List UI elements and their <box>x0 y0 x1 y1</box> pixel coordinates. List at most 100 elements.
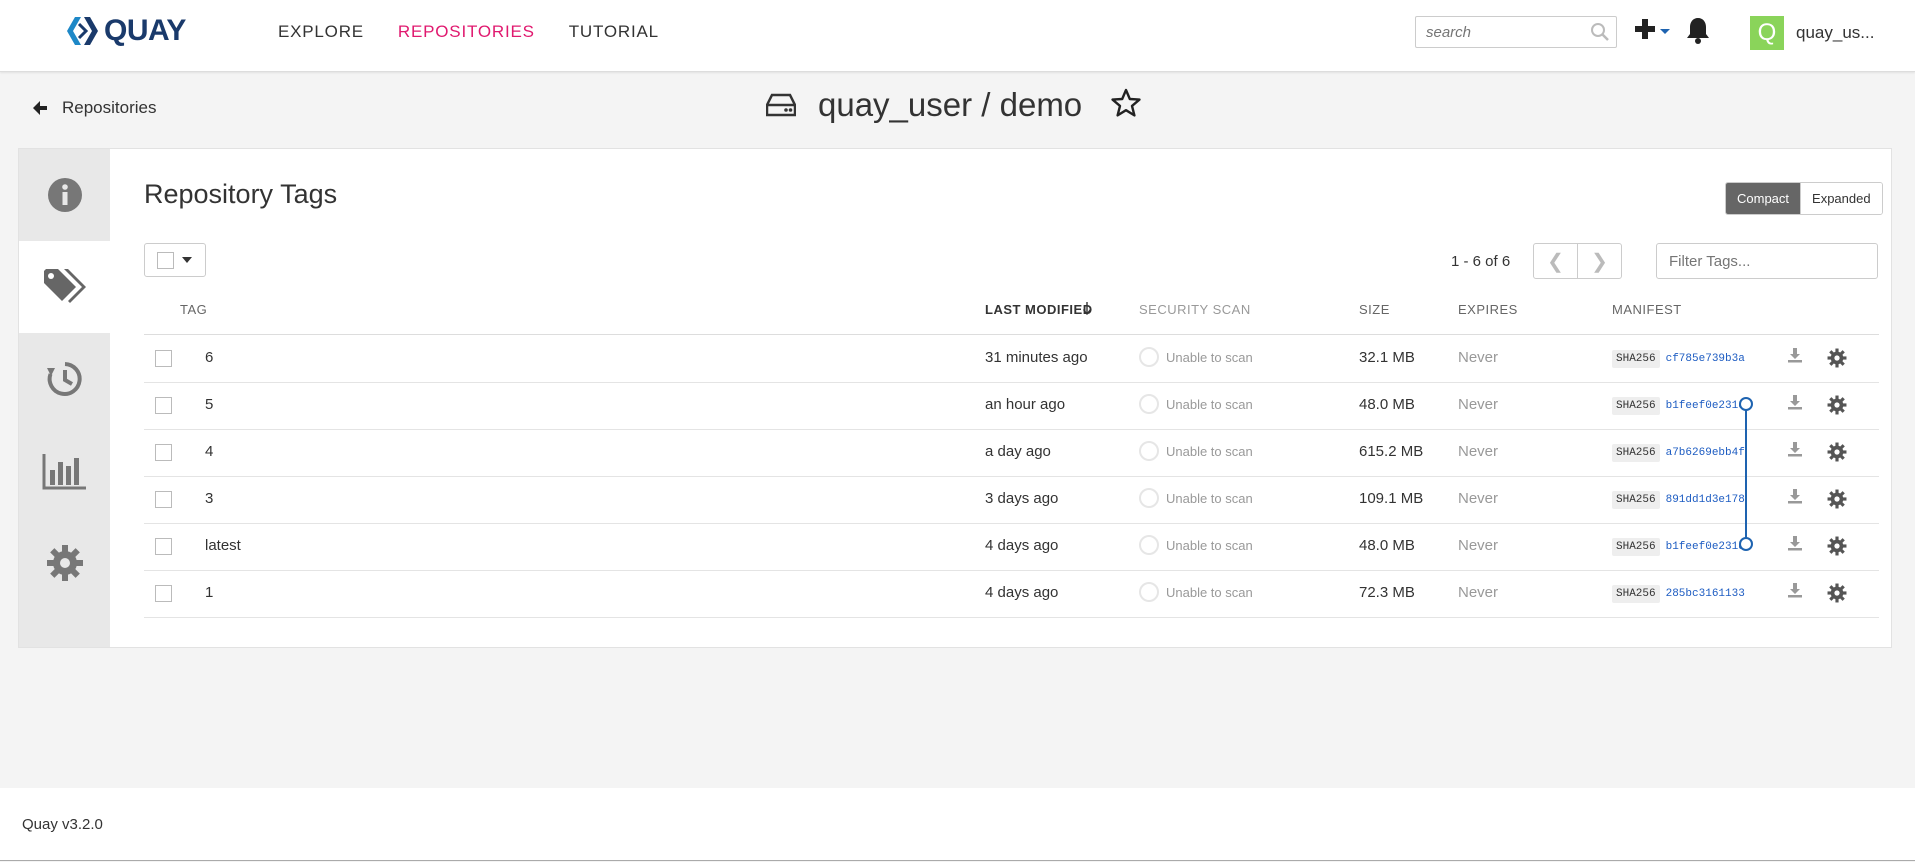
tag-size: 615.2 MB <box>1359 443 1424 460</box>
digest-link[interactable]: 891dd1d3e178 <box>1666 494 1745 506</box>
column-header-expires[interactable]: EXPIRES <box>1458 302 1518 317</box>
table-row[interactable]: latest 4 days ago Unable to scan 48.0 MB Nev… <box>144 523 1879 571</box>
column-header-tag[interactable]: TAG <box>180 302 207 317</box>
table-row[interactable]: 3 3 days ago Unable to scan 109.1 MB Never SH… <box>144 476 1879 524</box>
view-mode-toggle: Compact Expanded <box>1725 182 1883 215</box>
tag-options-gear-icon[interactable] <box>1827 348 1847 372</box>
nav-tutorial[interactable]: TUTORIAL <box>569 22 659 42</box>
tag-expiration[interactable]: Never <box>1458 443 1498 460</box>
select-all-checkbox[interactable] <box>157 251 174 269</box>
scan-status-ring-icon <box>1139 535 1159 555</box>
history-icon <box>46 362 82 396</box>
tab-tags[interactable] <box>19 241 110 333</box>
tag-expiration[interactable]: Never <box>1458 537 1498 554</box>
tab-usage-logs[interactable] <box>19 425 110 517</box>
nav-repositories[interactable]: REPOSITORIES <box>398 22 535 42</box>
row-checkbox[interactable] <box>155 491 172 508</box>
expanded-view-button[interactable]: Expanded <box>1800 183 1882 214</box>
plus-icon <box>1635 19 1655 39</box>
row-checkbox[interactable] <box>155 397 172 414</box>
digest-link[interactable]: cf785e739b3a <box>1666 353 1745 365</box>
tag-options-gear-icon[interactable] <box>1827 442 1847 466</box>
download-icon[interactable] <box>1787 535 1803 555</box>
info-icon <box>47 178 82 212</box>
back-to-repositories-link[interactable]: Repositories <box>32 98 157 118</box>
table-row[interactable]: 5 an hour ago Unable to scan 48.0 MB Never SH… <box>144 382 1879 430</box>
tag-expiration[interactable]: Never <box>1458 396 1498 413</box>
manifest-link-dot[interactable] <box>1739 397 1753 411</box>
scan-status-ring-icon <box>1139 394 1159 414</box>
filter-tags-input[interactable] <box>1656 243 1878 279</box>
download-icon[interactable] <box>1787 347 1803 367</box>
tag-expiration[interactable]: Never <box>1458 490 1498 507</box>
scan-status-ring-icon <box>1139 441 1159 461</box>
tag-expiration[interactable]: Never <box>1458 584 1498 601</box>
scan-status-label: Unable to scan <box>1166 537 1253 553</box>
column-header-security-scan[interactable]: SECURITY SCAN <box>1139 302 1251 317</box>
chevron-left-icon[interactable]: ❮ <box>1534 244 1577 278</box>
column-header-last-modified[interactable]: LAST MODIFIED <box>985 302 1093 317</box>
sort-arrow-down-icon[interactable] <box>1082 301 1092 318</box>
download-icon[interactable] <box>1787 488 1803 508</box>
tab-information[interactable] <box>19 149 110 241</box>
scan-status-label: Unable to scan <box>1166 490 1253 506</box>
manifest-link-dot[interactable] <box>1739 537 1753 551</box>
digest-type-badge: SHA256 <box>1612 350 1660 368</box>
tag-expiration[interactable]: Never <box>1458 349 1498 366</box>
table-row[interactable]: 4 a day ago Unable to scan 615.2 MB Never SHA… <box>144 429 1879 477</box>
security-scan-status: Unable to scan <box>1139 535 1253 555</box>
digest-type-badge: SHA256 <box>1612 538 1660 556</box>
notifications-bell-icon[interactable] <box>1685 16 1711 49</box>
digest-link[interactable]: b1feef0e231d <box>1666 541 1745 553</box>
create-new-button[interactable] <box>1634 18 1671 40</box>
digest-link[interactable]: a7b6269ebb4f <box>1666 447 1745 459</box>
quay-logo-icon <box>67 17 98 45</box>
tag-name[interactable]: 6 <box>205 349 213 366</box>
tag-name[interactable]: 5 <box>205 396 213 413</box>
download-icon[interactable] <box>1787 441 1803 461</box>
star-icon[interactable] <box>1110 87 1142 124</box>
avatar[interactable]: Q <box>1750 16 1784 50</box>
tag-options-gear-icon[interactable] <box>1827 489 1847 513</box>
nav-explore[interactable]: EXPLORE <box>278 22 364 42</box>
chevron-right-icon[interactable]: ❯ <box>1577 244 1621 278</box>
tag-size: 32.1 MB <box>1359 349 1415 366</box>
search-icon[interactable] <box>1590 22 1610 47</box>
last-modified: 4 days ago <box>985 537 1059 554</box>
footer: Quay v3.2.0 <box>0 788 1915 861</box>
tag-name[interactable]: 4 <box>205 443 213 460</box>
compact-view-button[interactable]: Compact <box>1726 183 1801 214</box>
repo-header: quay_user / demo <box>766 86 1142 124</box>
username-menu[interactable]: quay_us... <box>1796 23 1874 43</box>
select-all-dropdown[interactable] <box>144 243 206 277</box>
row-checkbox[interactable] <box>155 585 172 602</box>
row-checkbox[interactable] <box>155 444 172 461</box>
tab-history[interactable] <box>19 333 110 425</box>
row-checkbox[interactable] <box>155 538 172 555</box>
tag-options-gear-icon[interactable] <box>1827 536 1847 560</box>
logo-text: QUAY <box>104 14 186 47</box>
manifest-digest: SHA256 cf785e739b3a <box>1612 350 1745 368</box>
digest-link[interactable]: b1feef0e231d <box>1666 400 1745 412</box>
table-row[interactable]: 1 4 days ago Unable to scan 72.3 MB Never SHA… <box>144 570 1879 618</box>
top-navbar: QUAY EXPLORE REPOSITORIES TUTORIAL Q qua… <box>0 0 1915 72</box>
tag-options-gear-icon[interactable] <box>1827 583 1847 607</box>
tab-settings[interactable] <box>19 517 110 609</box>
digest-link[interactable]: 285bc3161133 <box>1666 588 1745 600</box>
repository-panel: Repository Tags Compact Expanded 1 - 6 o… <box>18 148 1892 648</box>
quay-logo[interactable]: QUAY <box>66 14 186 48</box>
download-icon[interactable] <box>1787 582 1803 602</box>
tag-name[interactable]: 1 <box>205 584 213 601</box>
manifest-digest: SHA256 b1feef0e231d <box>1612 538 1745 556</box>
last-modified: an hour ago <box>985 396 1066 413</box>
table-row[interactable]: 6 31 minutes ago Unable to scan 32.1 MB Neve… <box>144 335 1879 383</box>
tag-name[interactable]: 3 <box>205 490 213 507</box>
column-header-size[interactable]: SIZE <box>1359 302 1390 317</box>
tag-name[interactable]: latest <box>205 537 241 554</box>
digest-type-badge: SHA256 <box>1612 397 1660 415</box>
row-checkbox[interactable] <box>155 350 172 367</box>
search-input[interactable] <box>1416 17 1596 47</box>
tag-options-gear-icon[interactable] <box>1827 395 1847 419</box>
column-header-manifest[interactable]: MANIFEST <box>1612 302 1682 317</box>
download-icon[interactable] <box>1787 394 1803 414</box>
